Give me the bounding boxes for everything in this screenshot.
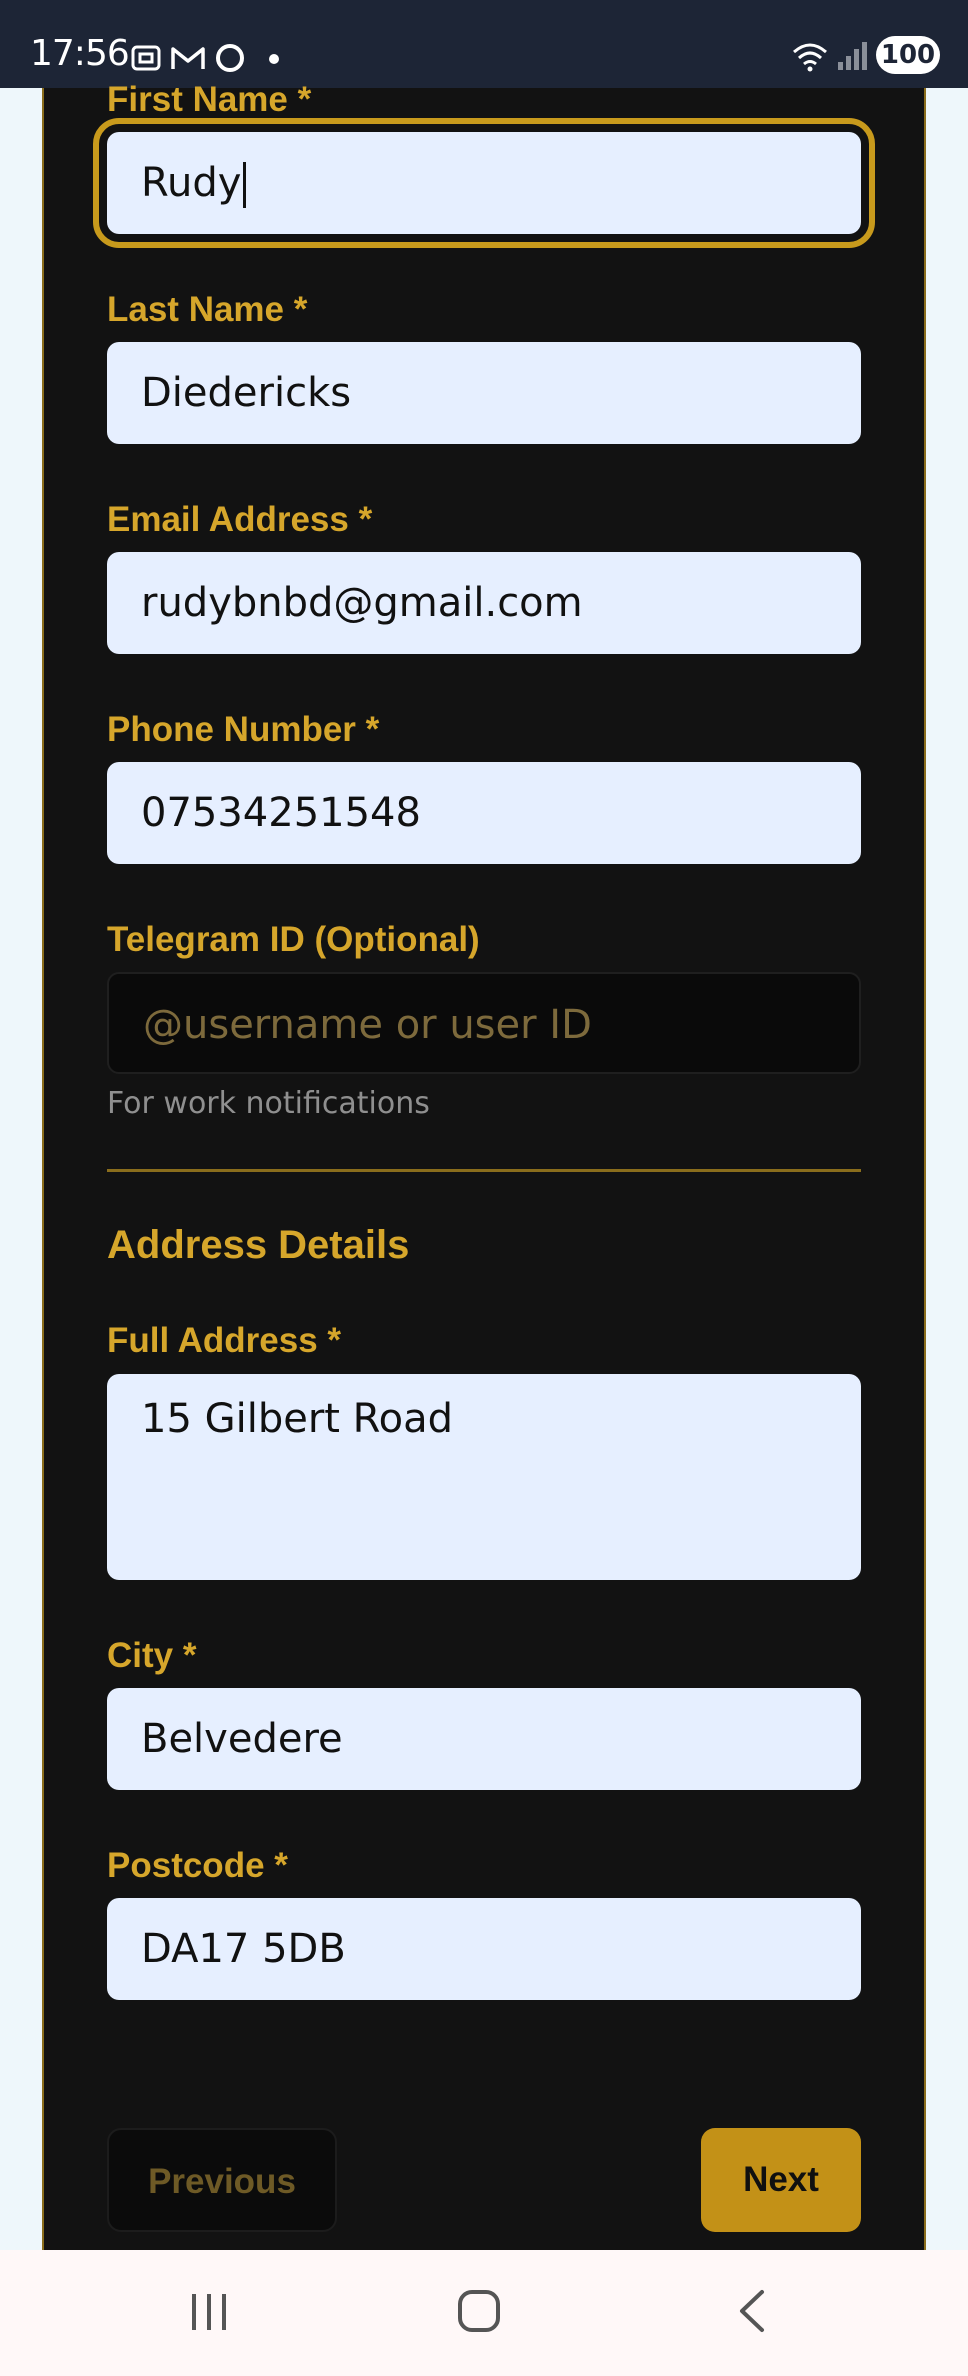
next-button[interactable]: Next [701, 2128, 861, 2232]
back-icon[interactable] [730, 2288, 776, 2339]
wifi-icon [790, 40, 830, 77]
address-section-title: Address Details [107, 1223, 410, 1267]
home-icon[interactable] [456, 2288, 502, 2339]
recent-apps-icon[interactable] [186, 2288, 232, 2339]
previous-button[interactable]: Previous [107, 2128, 337, 2232]
navigation-bar [0, 2250, 968, 2376]
last-name-input[interactable]: Diedericks [107, 342, 861, 444]
full-address-label: Full Address * [107, 1321, 342, 1360]
telegram-hint: For work notifications [107, 1086, 430, 1121]
status-time: 17:56 [30, 33, 130, 74]
email-input[interactable]: rudybnbd@gmail.com [107, 552, 861, 654]
telegram-label: Telegram ID (Optional) [107, 920, 480, 959]
signal-icon [836, 40, 868, 77]
first-name-input[interactable]: Rudy [93, 118, 875, 248]
status-bar: 17:56 100 [0, 0, 968, 88]
telegram-input[interactable]: @username or user ID [107, 972, 861, 1074]
postcode-label: Postcode * [107, 1846, 288, 1885]
dot-icon [268, 52, 280, 70]
email-label: Email Address * [107, 500, 373, 539]
first-name-value: Rudy [141, 160, 242, 206]
phone-label: Phone Number * [107, 710, 380, 749]
gmail-icon [170, 42, 206, 79]
full-address-textarea[interactable]: 15 Gilbert Road [107, 1374, 861, 1580]
phone-input[interactable]: 07534251548 [107, 762, 861, 864]
city-label: City * [107, 1636, 197, 1675]
screenshot-icon [130, 42, 162, 79]
postcode-input[interactable]: DA17 5DB [107, 1898, 861, 2000]
text-caret [243, 162, 247, 208]
circle-app-icon [214, 42, 246, 79]
last-name-label: Last Name * [107, 290, 308, 329]
city-input[interactable]: Belvedere [107, 1688, 861, 1790]
first-name-label: First Name * [107, 80, 312, 119]
section-divider [107, 1169, 861, 1172]
battery-indicator: 100 [876, 36, 940, 74]
